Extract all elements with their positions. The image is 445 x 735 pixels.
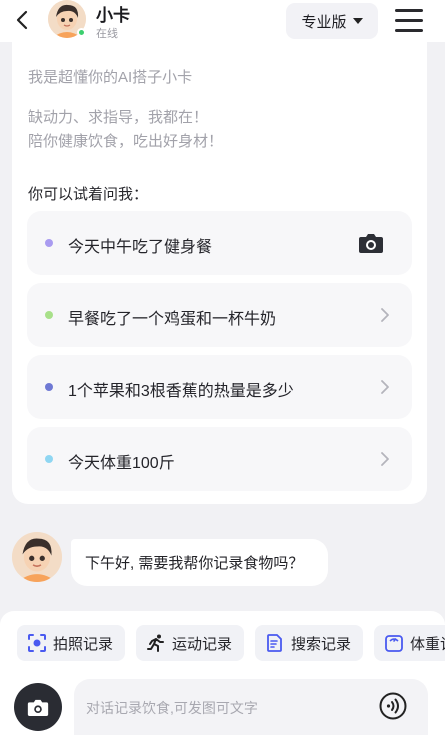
try-asking-label: 你可以试着问我： [28,186,149,203]
voice-icon [379,692,407,720]
suggestion-item[interactable]: 早餐吃了一个鸡蛋和一杯牛奶 [27,283,412,347]
suggestion-text: 早餐吃了一个鸡蛋和一杯牛奶 [68,311,277,328]
intro-text: 我是超懂你的AI搭子小卡 [28,69,193,86]
camera-button[interactable] [14,683,62,731]
quick-action-label: 搜索记录 [291,635,352,653]
caret-down-icon [352,18,363,24]
menu-icon [395,9,423,12]
running-icon [147,634,164,652]
quick-action-exercise-record[interactable]: 运动记录 [136,625,244,661]
version-label: 专业版 [301,13,347,31]
quick-action-label: 拍照记录 [53,635,114,653]
bot-message-avatar[interactable] [12,532,62,582]
suggestion-text: 今天体重100斤 [68,455,175,472]
avatar-illustration [12,532,62,582]
online-indicator [77,28,86,37]
quick-action-photo-record[interactable]: 拍照记录 [17,625,125,661]
composer [74,679,428,735]
version-selector[interactable]: 专业版 [286,3,378,39]
quick-action-weight-record[interactable]: 体重记 [374,625,445,661]
quick-action-label: 体重记 [410,635,445,653]
document-search-icon [267,634,282,652]
quick-action-search-record[interactable]: 搜索记录 [255,625,363,661]
menu-icon-bar [395,19,423,22]
quick-action-label: 运动记录 [172,635,233,653]
scale-icon [385,635,403,652]
back-button[interactable] [10,8,34,32]
bot-status: 在线 [96,28,118,40]
camera-icon [27,699,49,716]
chevron-right-icon [381,308,389,322]
menu-icon-bar [395,29,423,32]
scan-icon [28,634,46,652]
suggestion-dot [45,239,53,247]
header: 小卡 在线 专业版 [0,0,445,42]
suggestion-dot [45,455,53,463]
back-arrow-icon [16,10,28,30]
tagline-line-1: 缺动力、求指导，我都在！ [28,109,209,126]
camera-icon[interactable] [358,232,384,254]
suggestion-dot [45,311,53,319]
suggestion-item[interactable]: 今天体重100斤 [27,427,412,491]
chevron-right-icon [381,452,389,466]
voice-input-button[interactable] [378,691,408,721]
suggestion-item[interactable]: 1个苹果和3根香蕉的热量是多少 [27,355,412,419]
bot-name: 小卡 [96,6,130,25]
suggestion-text: 1个苹果和3根香蕉的热量是多少 [68,383,294,400]
tagline-line-2: 陪你健康饮食，吃出好身材！ [28,133,224,150]
bot-message-bubble: 下午好, 需要我帮你记录食物吗？ [71,539,328,586]
menu-button[interactable] [393,6,425,36]
chevron-right-icon [381,380,389,394]
message-input[interactable] [86,695,366,721]
suggestion-text: 今天中午吃了健身餐 [68,239,213,256]
suggestion-item[interactable]: 今天中午吃了健身餐 [27,211,412,275]
suggestion-dot [45,383,53,391]
